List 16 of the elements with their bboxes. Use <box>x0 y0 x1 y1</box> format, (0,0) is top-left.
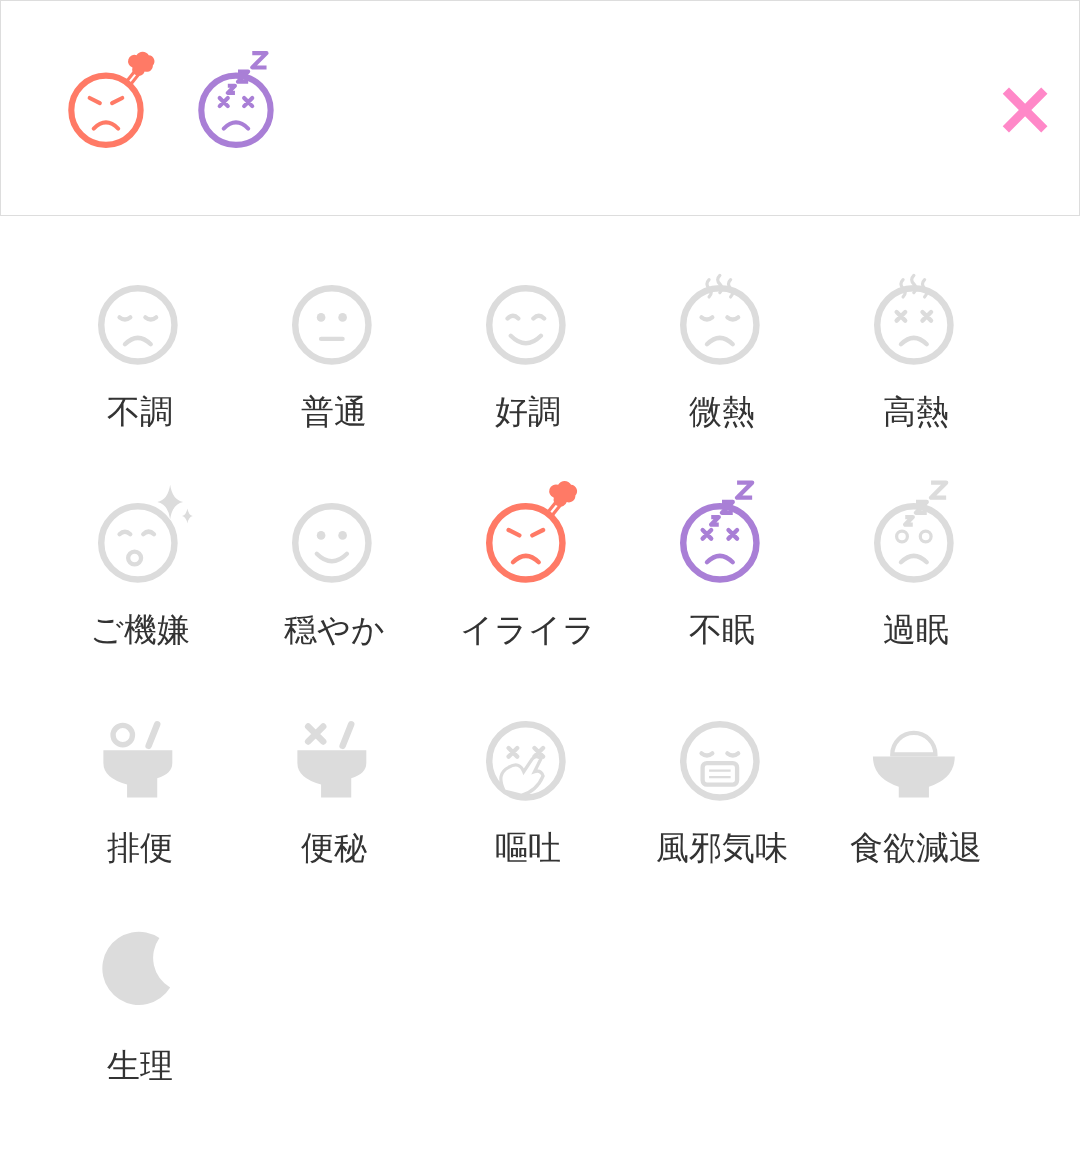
symptom-option[interactable]: 風邪気味 <box>625 692 819 910</box>
symptom-option[interactable]: 微熱 <box>625 256 819 474</box>
symptom-option[interactable]: 穏やか <box>237 474 431 692</box>
symptom-option[interactable]: 食欲減退 <box>819 692 1013 910</box>
symptom-option[interactable]: 便秘 <box>237 692 431 910</box>
symptom-option[interactable]: 生理 <box>43 910 237 1128</box>
symptom-option[interactable]: 普通 <box>237 256 431 474</box>
symptom-option[interactable]: 不眠 <box>625 474 819 692</box>
symptom-option[interactable]: ご機嫌 <box>43 474 237 692</box>
symptom-option[interactable]: 嘔吐 <box>431 692 625 910</box>
symptom-option[interactable]: イライラ <box>431 474 625 692</box>
symptom-option[interactable]: 排便 <box>43 692 237 910</box>
symptom-option[interactable]: 不調 <box>43 256 237 474</box>
symptom-option[interactable]: 過眠 <box>819 474 1013 692</box>
symptom-option[interactable]: 好調 <box>431 256 625 474</box>
symptom-option[interactable]: 高熱 <box>819 256 1013 474</box>
